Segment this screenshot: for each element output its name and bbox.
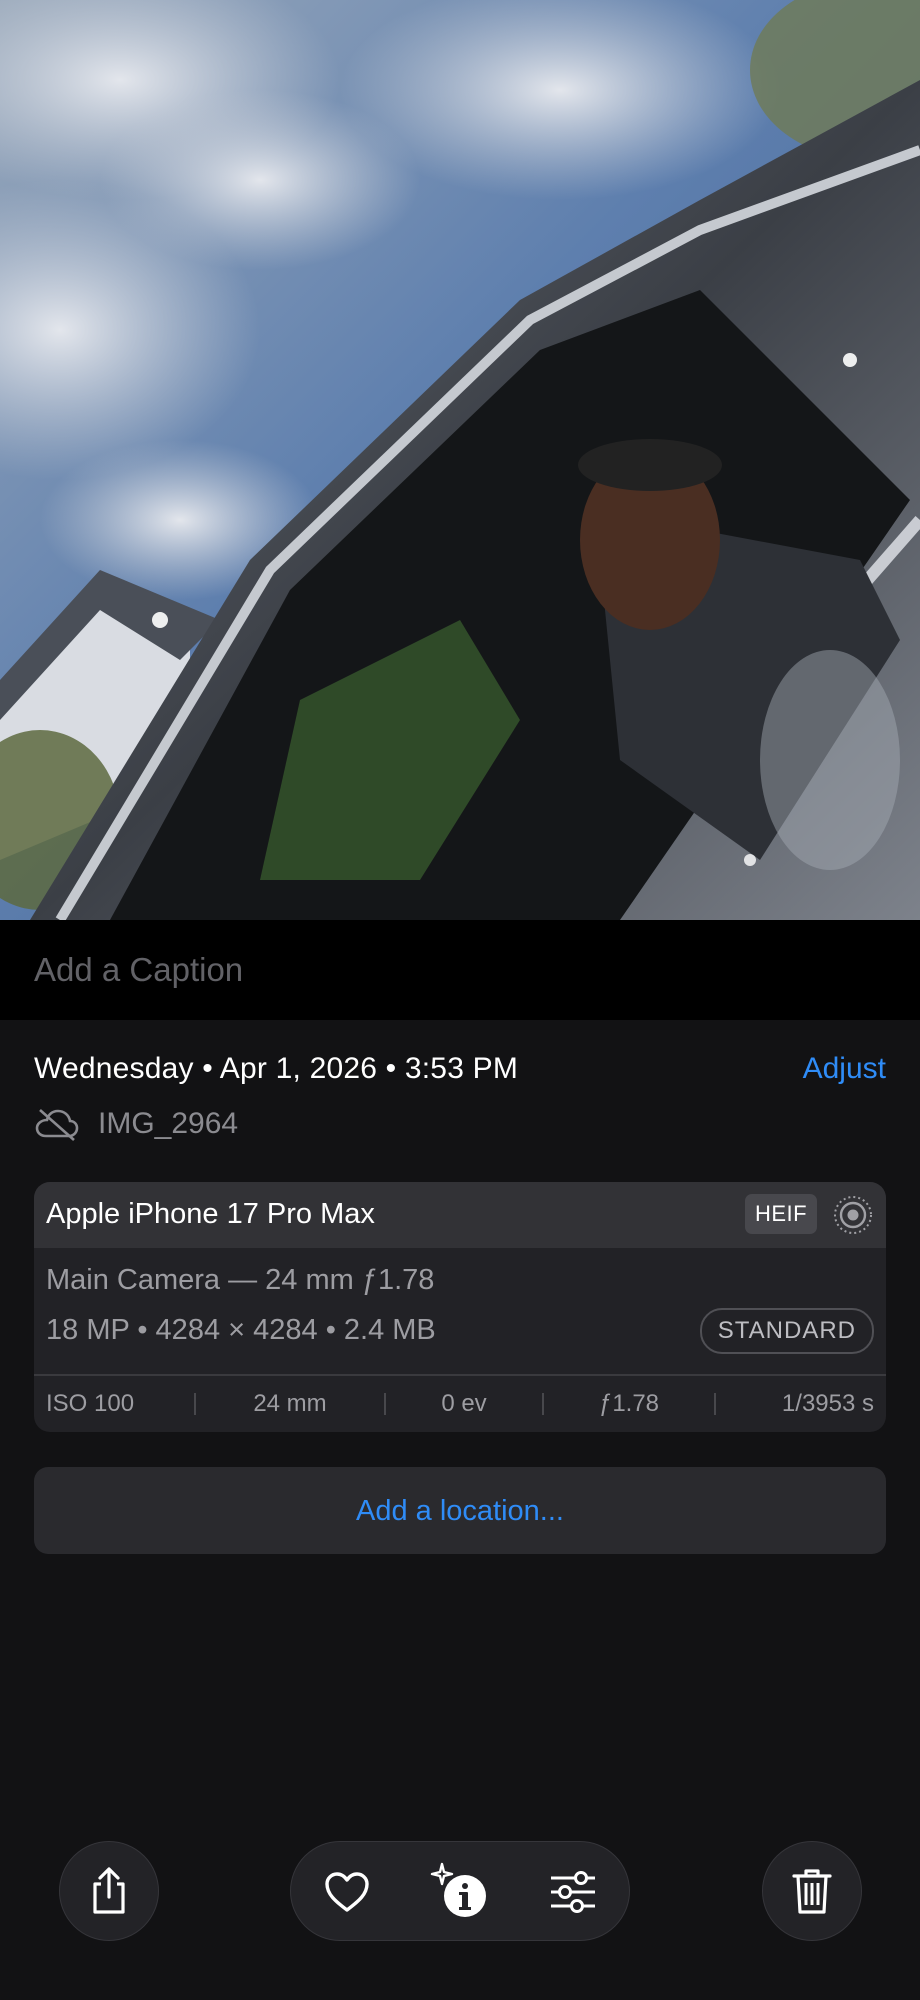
info-button[interactable] <box>416 1842 506 1942</box>
edit-button[interactable] <box>528 1842 618 1942</box>
format-badge: HEIF <box>745 1194 818 1234</box>
adjust-button[interactable]: Adjust <box>803 1052 886 1086</box>
metadata-header: Apple iPhone 17 Pro Max HEIF <box>34 1182 886 1248</box>
device-name: Apple iPhone 17 Pro Max <box>46 1198 375 1230</box>
sliders-icon <box>551 1871 595 1913</box>
exif-shutter-speed: 1/3953 s <box>781 1390 874 1417</box>
file-name: IMG_2964 <box>98 1107 239 1140</box>
add-location-button[interactable]: Add a location... <box>34 1467 886 1554</box>
photo-style-badge: STANDARD <box>699 1308 874 1354</box>
image-size-info: 18 MP • 4284 × 4284 • 2.4 MB <box>46 1314 436 1346</box>
photo-preview[interactable] <box>0 0 920 920</box>
delete-button[interactable] <box>762 1841 862 1941</box>
caption-input[interactable] <box>34 920 874 1020</box>
trash-icon <box>792 1869 832 1914</box>
cloud-slash-icon <box>35 1109 79 1141</box>
exif-row: ISO 100 24 mm 0 ev ƒ1.78 1/3953 s <box>34 1376 886 1432</box>
action-pill <box>290 1841 630 1941</box>
heart-icon <box>325 1872 369 1912</box>
exif-aperture: ƒ1.78 <box>598 1390 660 1417</box>
exif-iso: ISO 100 <box>46 1390 135 1417</box>
capture-date: Wednesday • Apr 1, 2026 • 3:53 PM <box>34 1052 519 1085</box>
sparkle-info-icon <box>430 1862 486 1917</box>
photo-info-screen: Wednesday • Apr 1, 2026 • 3:53 PM Adjust… <box>0 0 920 2000</box>
metadata-card: Apple iPhone 17 Pro Max HEIF Main Camera… <box>34 1182 886 1432</box>
live-photo-icon <box>834 1196 872 1234</box>
caption-area <box>0 920 920 1020</box>
lens-info: Main Camera — 24 mm ƒ1.78 <box>46 1264 435 1296</box>
favorite-button[interactable] <box>302 1842 392 1942</box>
exif-exposure-value: 0 ev <box>441 1390 487 1417</box>
share-icon <box>93 1867 125 1914</box>
exif-focal-length: 24 mm <box>253 1390 327 1417</box>
file-info: IMG_2964 <box>34 1102 238 1146</box>
photo-image <box>0 0 920 920</box>
share-button[interactable] <box>59 1841 159 1941</box>
